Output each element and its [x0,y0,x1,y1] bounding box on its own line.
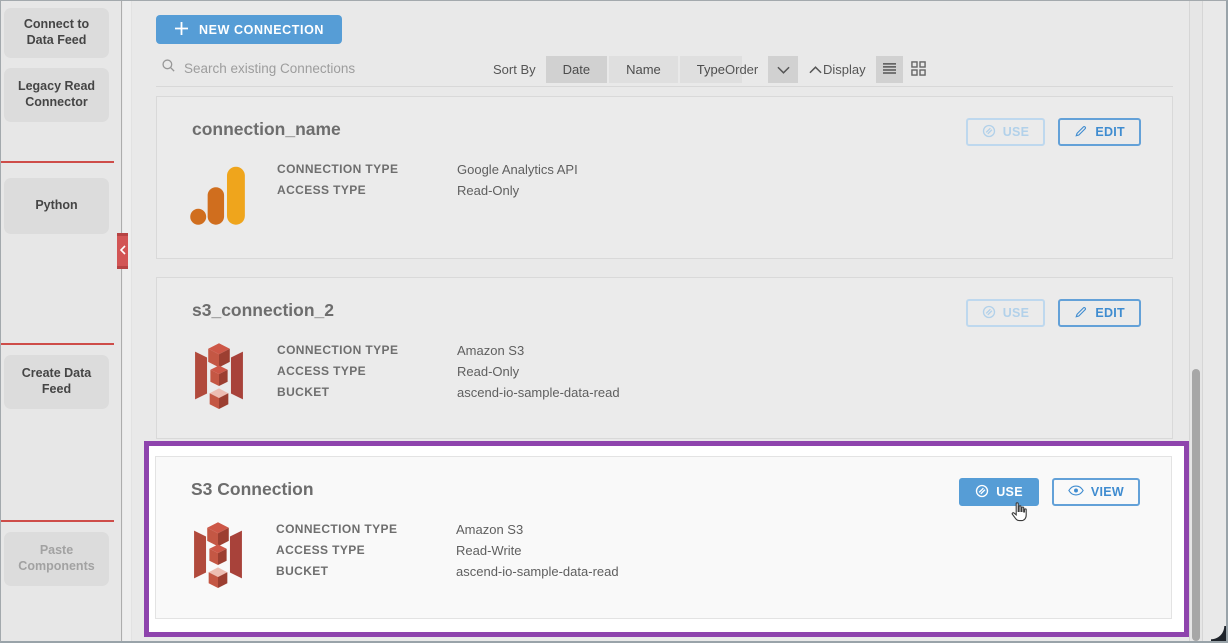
sidebar-item-connect-to-data-feed[interactable]: Connect to Data Feed [4,8,109,58]
field-label: ACCESS TYPE [277,364,367,378]
sort-by-label: Sort By [493,62,536,77]
connection-title: S3 Connection [191,479,314,499]
field-label: ACCESS TYPE [276,543,366,557]
card-buttons: USE EDIT [965,299,1141,327]
search-box [161,58,454,78]
chevron-left-icon [119,242,126,260]
window-corner [1211,626,1226,641]
connection-title: s3_connection_2 [192,300,334,320]
display-group: Display [823,56,934,83]
sort-by-group: Sort By Date Name Type [493,56,744,83]
sidebar-collapse-handle[interactable] [117,233,128,269]
connection-card-connection-name: connection_name USE EDIT CONNECTION TYPE… [156,96,1173,259]
field-value: Read-Only [457,364,520,379]
pencil-icon [1074,124,1088,141]
sort-option-name[interactable]: Name [609,56,678,83]
sidebar-item-legacy-read-connector[interactable]: Legacy Read Connector [4,68,109,122]
chevron-down-icon [777,62,790,77]
sidebar-section-divider [1,520,114,522]
ascend-icon [975,484,989,501]
sidebar-item-python[interactable]: Python [4,178,109,234]
sort-option-date[interactable]: Date [545,56,608,83]
use-button[interactable]: USE [965,118,1046,146]
amazon-s3-icon [189,521,247,588]
sidebar: Connect to Data Feed Legacy Read Connect… [1,1,122,641]
field-value: Read-Write [456,543,522,558]
plus-icon [174,21,189,39]
field-value: Amazon S3 [456,522,524,537]
field-value: Google Analytics API [457,162,578,177]
connection-card-s3-connection-2: s3_connection_2 USE EDIT CONNECTION TYPE… [156,277,1173,439]
sidebar-section-divider [1,343,114,345]
field-value: Amazon S3 [457,343,525,358]
sidebar-item-create-data-feed[interactable]: Create Data Feed [4,355,109,409]
ascend-icon [982,305,996,322]
use-button[interactable]: USE [959,478,1039,506]
display-list-button[interactable] [875,56,903,83]
connection-fields: CONNECTION TYPE Amazon S3 ACCESS TYPE Re… [277,343,620,400]
list-view-icon [882,62,897,78]
toolbar-divider [156,86,1173,87]
order-group: Order [725,56,832,83]
connection-fields: CONNECTION TYPE Google Analytics API ACC… [277,162,578,198]
new-connection-button[interactable]: NEW CONNECTION [156,15,343,44]
field-label: ACCESS TYPE [277,183,367,197]
field-label: BUCKET [277,385,330,399]
field-label: CONNECTION TYPE [276,522,398,536]
order-label: Order [725,62,759,77]
display-grid-button[interactable] [905,56,932,83]
pencil-icon [1074,305,1088,322]
google-analytics-icon [190,161,248,228]
connection-title: connection_name [192,119,341,139]
field-label: BUCKET [276,564,329,578]
connections-screen: Connect to Data Feed Legacy Read Connect… [0,0,1228,643]
amazon-s3-icon [190,342,248,409]
scrollbar-thumb[interactable] [1192,369,1200,641]
display-label: Display [823,62,866,77]
vertical-scrollbar[interactable] [1189,1,1203,641]
ascend-icon [982,124,996,141]
view-button[interactable]: VIEW [1051,478,1140,506]
grid-view-icon [910,60,926,79]
order-descending-button[interactable] [768,56,799,83]
chevron-up-icon [809,62,822,77]
connection-fields: CONNECTION TYPE Amazon S3 ACCESS TYPE Re… [276,522,619,579]
field-label: CONNECTION TYPE [277,343,399,357]
highlight-box: S3 Connection USE VIEW CONNECTION TYPE A… [144,441,1189,637]
connection-card-s3-connection: S3 Connection USE VIEW CONNECTION TYPE A… [155,456,1172,619]
search-input[interactable] [184,60,454,76]
use-button[interactable]: USE [965,299,1046,327]
field-label: CONNECTION TYPE [277,162,399,176]
card-buttons: USE VIEW [959,478,1140,506]
sidebar-section-divider [1,161,114,163]
sidebar-gutter [123,1,132,641]
card-buttons: USE EDIT [965,118,1141,146]
field-value: Read-Only [457,183,520,198]
sidebar-item-paste-components[interactable]: Paste Components [4,532,109,586]
edit-button[interactable]: EDIT [1058,299,1141,327]
field-value: ascend-io-sample-data-read [456,564,619,579]
search-icon [161,58,176,78]
field-value: ascend-io-sample-data-read [457,385,620,400]
edit-button[interactable]: EDIT [1058,118,1141,146]
eye-icon [1068,485,1084,499]
